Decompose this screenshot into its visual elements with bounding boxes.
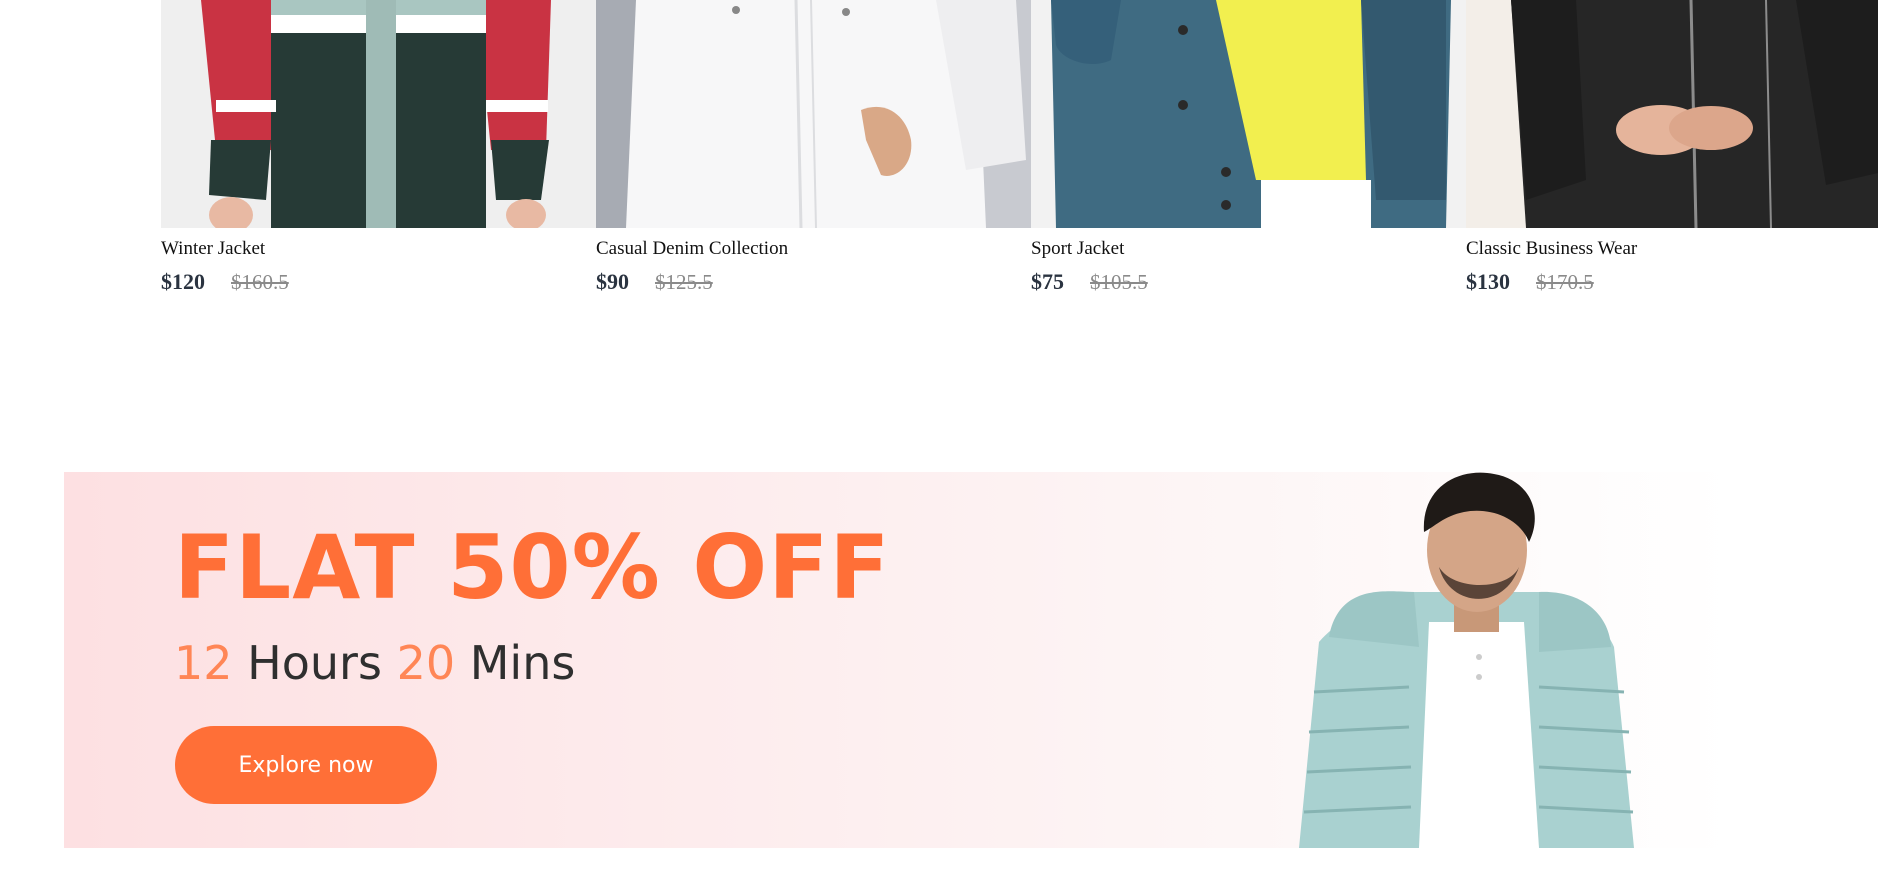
product-prices: $90 $125.5 (596, 269, 713, 295)
countdown-mins-value: 20 (396, 636, 456, 690)
product-card[interactable]: Classic Business Wear $130 $170.5 (1466, 0, 1878, 300)
countdown-timer: 12 Hours 20 Mins (174, 640, 575, 686)
promo-banner: FLAT 50% OFF 12 Hours 20 Mins Explore no… (64, 472, 1878, 848)
product-name[interactable]: Classic Business Wear (1466, 238, 1637, 260)
countdown-hours-label: Hours (247, 636, 382, 690)
product-old-price: $105.5 (1090, 270, 1148, 294)
promo-model-image (1239, 472, 1679, 848)
leather-jacket-photo (1466, 0, 1878, 228)
product-image[interactable] (161, 0, 596, 228)
promo-headline: FLAT 50% OFF (174, 516, 891, 619)
product-old-price: $125.5 (655, 270, 713, 294)
product-grid: Winter Jacket $120 $160.5 Casual Denim C… (161, 0, 1878, 300)
product-name[interactable]: Casual Denim Collection (596, 238, 788, 260)
product-prices: $75 $105.5 (1031, 269, 1148, 295)
product-name[interactable]: Sport Jacket (1031, 238, 1124, 260)
product-image[interactable] (1031, 0, 1466, 228)
explore-now-button[interactable]: Explore now (175, 726, 437, 804)
countdown-hours-value: 12 (174, 636, 233, 690)
product-price: $130 (1466, 269, 1510, 294)
product-image[interactable] (1466, 0, 1878, 228)
product-card[interactable]: Winter Jacket $120 $160.5 (161, 0, 596, 300)
winter-jacket-photo (161, 0, 596, 228)
countdown-mins-label: Mins (469, 636, 576, 690)
product-old-price: $170.5 (1536, 270, 1594, 294)
product-card[interactable]: Casual Denim Collection $90 $125.5 (596, 0, 1031, 300)
white-jacket-photo (596, 0, 1031, 228)
product-card[interactable]: Sport Jacket $75 $105.5 (1031, 0, 1466, 300)
product-image[interactable] (596, 0, 1031, 228)
product-prices: $120 $160.5 (161, 269, 289, 295)
product-name[interactable]: Winter Jacket (161, 238, 265, 260)
product-price: $90 (596, 269, 629, 294)
model-puffer-jacket-photo (1299, 472, 1634, 848)
product-prices: $130 $170.5 (1466, 269, 1594, 295)
product-old-price: $160.5 (231, 270, 289, 294)
denim-jacket-photo (1031, 0, 1466, 228)
product-price: $120 (161, 269, 205, 294)
product-price: $75 (1031, 269, 1064, 294)
